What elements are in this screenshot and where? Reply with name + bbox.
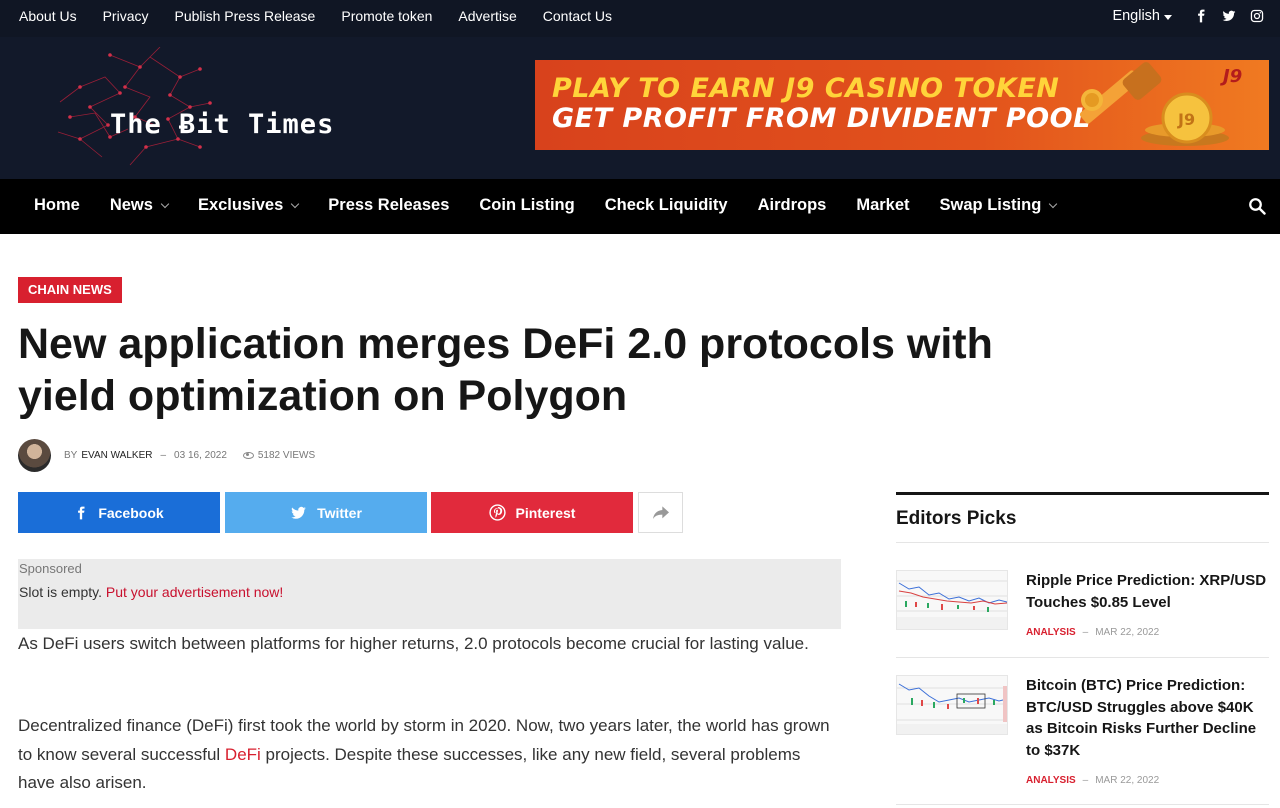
article-date: 03 16, 2022 xyxy=(174,449,227,461)
eye-icon xyxy=(242,451,254,459)
circuit-map-icon xyxy=(57,46,212,166)
nav-label: Exclusives xyxy=(197,196,284,214)
facebook-icon xyxy=(78,506,85,519)
banner-j9-badge: J9 xyxy=(1223,66,1243,87)
pinterest-icon xyxy=(488,504,506,521)
nav-label: Coin Listing xyxy=(479,196,575,214)
sponsored-message-text: Slot is empty. xyxy=(19,584,106,600)
top-bar: About Us Privacy Publish Press Release P… xyxy=(0,0,1280,37)
twitter-icon xyxy=(291,506,306,519)
nav-item-swap-listing[interactable]: Swap Listing xyxy=(939,196,1058,215)
instagram-icon[interactable] xyxy=(1250,9,1264,23)
pick-divider xyxy=(896,804,1269,805)
site-header: The Ƀit Times PLAY TO EARN J9 CASINO TOK… xyxy=(0,37,1280,179)
nav-item-market[interactable]: Market xyxy=(856,196,909,215)
article-title: New application merges DeFi 2.0 protocol… xyxy=(18,320,993,420)
search-icon[interactable] xyxy=(1248,197,1266,215)
share-twitter-label: Twitter xyxy=(317,504,362,521)
top-right: English xyxy=(1112,8,1264,24)
sponsored-message: Slot is empty. Put your advertisement no… xyxy=(19,584,283,600)
top-link-about[interactable]: About Us xyxy=(19,8,77,24)
language-selector[interactable]: English xyxy=(1112,8,1172,24)
share-pinterest-label: Pinterest xyxy=(515,504,576,521)
nav-item-press-releases[interactable]: Press Releases xyxy=(328,196,449,215)
nav-item-home[interactable]: Home xyxy=(34,196,80,215)
caret-down-icon xyxy=(1164,14,1172,20)
chevron-down-icon xyxy=(1049,199,1058,208)
advertise-link[interactable]: Put your advertisement now! xyxy=(106,584,283,600)
meta-separator: – xyxy=(1082,627,1089,638)
nav-item-news[interactable]: News xyxy=(109,196,170,215)
nav-label: Swap Listing xyxy=(939,196,1042,214)
logo-text: The Ƀit Times xyxy=(110,109,335,140)
category-badge[interactable]: CHAIN NEWS xyxy=(18,277,122,303)
site-logo[interactable]: The Ƀit Times xyxy=(50,46,370,167)
pick-date: MAR 22, 2022 xyxy=(1095,775,1160,786)
share-pinterest-button[interactable]: Pinterest xyxy=(431,492,633,533)
nav-item-exclusives[interactable]: Exclusives xyxy=(197,196,300,215)
article-views: 5182 VIEWS xyxy=(257,449,316,461)
top-link-advertise[interactable]: Advertise xyxy=(458,8,516,24)
top-link-privacy[interactable]: Privacy xyxy=(103,8,149,24)
price-chart-thumbnail-icon xyxy=(897,580,1007,629)
share-more-button[interactable] xyxy=(638,492,683,533)
pick-category[interactable]: ANALYSIS xyxy=(1026,775,1076,786)
twitter-icon[interactable] xyxy=(1222,9,1236,23)
sidebar-top-rule xyxy=(896,492,1269,495)
coin-hammer-icon: J9 xyxy=(1079,62,1229,146)
meta-separator: – xyxy=(160,449,167,461)
defi-link[interactable]: DeFi xyxy=(225,745,261,764)
share-twitter-button[interactable]: Twitter xyxy=(225,492,427,533)
sidebar-divider xyxy=(896,542,1269,543)
nav-label: Home xyxy=(34,196,80,214)
share-facebook-button[interactable]: Facebook xyxy=(18,492,220,533)
nav-label: Airdrops xyxy=(757,196,827,214)
svg-text:J9: J9 xyxy=(1177,110,1195,129)
share-facebook-label: Facebook xyxy=(98,504,164,521)
nav-label: Press Releases xyxy=(328,196,450,214)
by-label: BY xyxy=(64,449,78,461)
meta-separator: – xyxy=(1082,775,1089,786)
sponsored-label: Sponsored xyxy=(19,561,82,576)
language-label: English xyxy=(1112,8,1160,24)
pick-date: MAR 22, 2022 xyxy=(1095,627,1160,638)
sponsored-ad-slot: Sponsored Slot is empty. Put your advert… xyxy=(18,559,841,629)
nav-item-coin-listing[interactable]: Coin Listing xyxy=(479,196,574,215)
pick-meta: ANALYSIS – MAR 22, 2022 xyxy=(1026,775,1159,786)
nav-item-airdrops[interactable]: Airdrops xyxy=(758,196,827,215)
article-meta: BY EVAN WALKER – 03 16, 2022 5182 VIEWS xyxy=(18,438,315,472)
nav-label: Market xyxy=(856,196,910,214)
sidebar-title: Editors Picks xyxy=(896,508,1017,529)
top-link-contact[interactable]: Contact Us xyxy=(543,8,612,24)
pick-category[interactable]: ANALYSIS xyxy=(1026,627,1076,638)
chevron-down-icon xyxy=(160,199,170,208)
article-paragraph-2: Decentralized finance (DeFi) first took … xyxy=(18,712,838,798)
pick-title[interactable]: Ripple Price Prediction: XRP/USD Touches… xyxy=(1026,570,1271,613)
pick-divider xyxy=(896,657,1269,658)
nav-items: Home News Exclusives Press Releases Coin… xyxy=(34,196,1058,215)
share-arrow-icon xyxy=(652,505,669,519)
top-link-publish-press-release[interactable]: Publish Press Release xyxy=(175,8,316,24)
facebook-icon[interactable] xyxy=(1194,9,1208,23)
nav-item-check-liquidity[interactable]: Check Liquidity xyxy=(605,196,728,215)
ad-banner[interactable]: PLAY TO EARN J9 CASINO TOKEN GET PROFIT … xyxy=(535,60,1269,150)
nav-label: News xyxy=(109,196,153,214)
article-paragraph-1: As DeFi users switch between platforms f… xyxy=(18,634,809,653)
pick-title[interactable]: Bitcoin (BTC) Price Prediction: BTC/USD … xyxy=(1026,675,1271,761)
author-avatar[interactable] xyxy=(18,438,51,472)
top-links: About Us Privacy Publish Press Release P… xyxy=(19,8,612,24)
main-nav: Home News Exclusives Press Releases Coin… xyxy=(0,179,1280,234)
chevron-down-icon xyxy=(291,199,300,208)
pick-meta: ANALYSIS – MAR 22, 2022 xyxy=(1026,627,1159,638)
pick-thumbnail[interactable] xyxy=(896,675,1008,735)
pick-thumbnail[interactable] xyxy=(896,570,1008,630)
nav-label: Check Liquidity xyxy=(604,196,728,214)
author-name[interactable]: EVAN WALKER xyxy=(81,450,152,461)
top-link-promote-token[interactable]: Promote token xyxy=(341,8,432,24)
price-chart-thumbnail-icon xyxy=(897,683,1007,734)
